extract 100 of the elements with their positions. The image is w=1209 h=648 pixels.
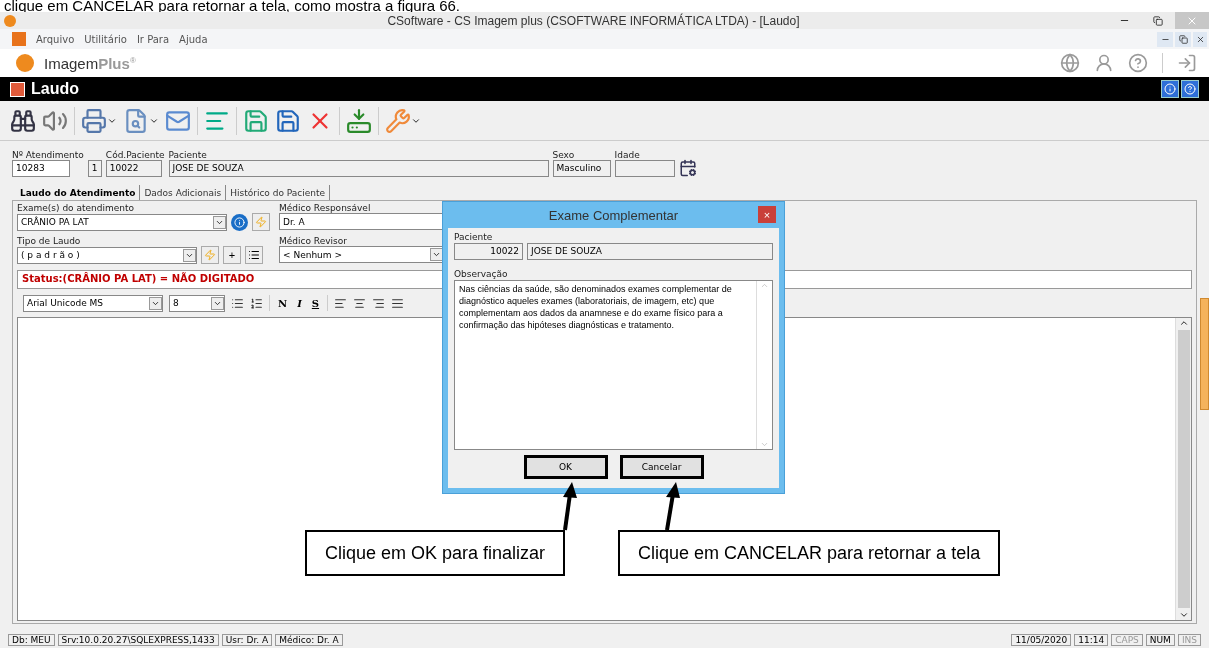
tab[interactable]: Dados Adicionais (140, 185, 227, 200)
status-cell: NUM (1145, 633, 1175, 646)
close-button[interactable] (1193, 31, 1207, 47)
info-icon (1164, 83, 1176, 95)
globe-icon (1060, 53, 1080, 73)
help-button[interactable] (1128, 53, 1148, 73)
align-center-icon (353, 296, 367, 310)
align-left-icon (334, 296, 348, 310)
exam-dropdown[interactable]: CRÂNIO PA LAT (17, 213, 227, 231)
field-label: Paciente (454, 232, 494, 242)
menu-item[interactable]: Ir Para (136, 33, 170, 45)
bullet-list-button[interactable] (231, 296, 244, 310)
input-field[interactable] (614, 160, 675, 177)
reviewer-dropdown[interactable]: < Nenhum > (279, 246, 444, 263)
binoculars-icon (10, 107, 36, 134)
input-field[interactable]: JOSE DE SOUZA (527, 243, 773, 260)
field-label: Médico Revisor (279, 236, 348, 246)
input-field[interactable]: 10283 (12, 160, 70, 177)
lightning-button[interactable] (201, 246, 219, 264)
dialog-button[interactable]: Cancelar (619, 455, 704, 479)
save-button[interactable] (275, 107, 301, 134)
info-button[interactable] (1161, 80, 1179, 98)
support-button[interactable] (1094, 53, 1114, 73)
form-icon (10, 81, 25, 97)
align-right-button[interactable] (372, 296, 386, 310)
status-cell: Médico: Dr. A (275, 633, 343, 646)
callout-box: Clique em CANCELAR para retornar a tela (618, 530, 1001, 576)
input-field[interactable]: Dr. A (279, 213, 444, 230)
report-type-dropdown[interactable]: ( p a d r ã o ) (17, 246, 197, 264)
format-button[interactable]: I (295, 297, 304, 309)
brand-name: ImagemPlus$^{®}$ (44, 54, 136, 72)
status-cell: CAPS (1111, 633, 1143, 646)
arrow-up-icon (1178, 318, 1189, 328)
status-cell: 11/05/2020 (1011, 633, 1072, 646)
wrench-icon (385, 107, 411, 134)
font-size-dropdown[interactable]: 8 (169, 294, 225, 312)
list-button[interactable] (245, 246, 263, 264)
form-title: Laudo (31, 80, 79, 98)
wrench-button[interactable] (385, 107, 421, 134)
help-icon (1128, 53, 1148, 73)
menu-item[interactable]: Arquivo (36, 33, 75, 45)
calendar-icon (678, 159, 697, 177)
caret-icon (432, 250, 441, 259)
download-button[interactable] (346, 107, 372, 134)
globe-button[interactable] (1060, 53, 1080, 73)
lightning-button[interactable] (252, 213, 270, 231)
binoculars-button[interactable] (10, 107, 36, 134)
close-button[interactable]: × (758, 206, 776, 223)
scrollbar[interactable] (1175, 318, 1191, 620)
restore-button[interactable] (1175, 31, 1191, 47)
menu-item[interactable]: Ajuda (179, 33, 208, 45)
status-cell: INS (1177, 633, 1201, 646)
format-button[interactable]: N (276, 297, 290, 309)
save-icon (243, 107, 269, 134)
list-icon (248, 249, 260, 261)
printer-button[interactable] (81, 107, 117, 134)
exit-button[interactable] (1177, 53, 1197, 73)
align-center-button[interactable] (353, 296, 367, 310)
input-field[interactable]: JOSE DE SOUZA (168, 160, 549, 177)
calendar-button[interactable] (678, 159, 697, 177)
printer-icon (81, 107, 107, 134)
close-icon (1195, 34, 1205, 44)
field-label: Nº Atendimento (12, 150, 84, 160)
add-button[interactable]: + (223, 246, 241, 264)
arrow-down-icon (1178, 610, 1189, 620)
status-cell: Srv:10.0.20.27\SQLEXPRESS,1433 (57, 633, 219, 646)
input-field[interactable]: 1 (87, 160, 102, 177)
lightning-icon (255, 216, 267, 228)
justify-button[interactable] (391, 296, 405, 310)
status-cell: 11:14 (1074, 633, 1109, 646)
field-label: Paciente (168, 150, 208, 160)
exit-icon (1177, 53, 1197, 73)
format-button[interactable]: S (309, 297, 322, 309)
input-field[interactable]: 10022 (105, 160, 162, 177)
tab[interactable]: Histórico do Paciente (226, 185, 331, 200)
save-icon (275, 107, 301, 134)
menu-item[interactable]: Utilitário (84, 33, 127, 45)
field-label: Tipo de Laudo (17, 236, 82, 246)
document-button[interactable] (123, 107, 159, 134)
field-label: Idade (614, 150, 641, 160)
input-field[interactable]: 10022 (454, 243, 523, 260)
minimize-button[interactable] (1157, 31, 1173, 47)
font-dropdown[interactable]: Arial Unicode MS (23, 294, 163, 312)
restore-icon (1153, 15, 1163, 26)
app-logo-icon (4, 14, 16, 27)
restore-icon (1178, 34, 1188, 44)
lightning-icon (204, 249, 216, 261)
arrow-down-icon (760, 440, 769, 449)
numbered-list-button[interactable] (250, 296, 263, 310)
save-button[interactable] (243, 107, 269, 134)
callout-box: Clique em OK para finalizar (305, 530, 566, 576)
help-button[interactable] (1181, 80, 1199, 98)
help-icon (1184, 83, 1196, 95)
dialog-button[interactable]: OK (523, 455, 608, 479)
align-right-icon (372, 296, 386, 310)
brand-logo-icon (16, 54, 34, 72)
bullet-list-icon (231, 296, 244, 310)
dialog-title: Exame Complementar (548, 207, 679, 223)
input-field[interactable]: Masculino (552, 160, 611, 177)
align-left-button[interactable] (334, 296, 348, 310)
